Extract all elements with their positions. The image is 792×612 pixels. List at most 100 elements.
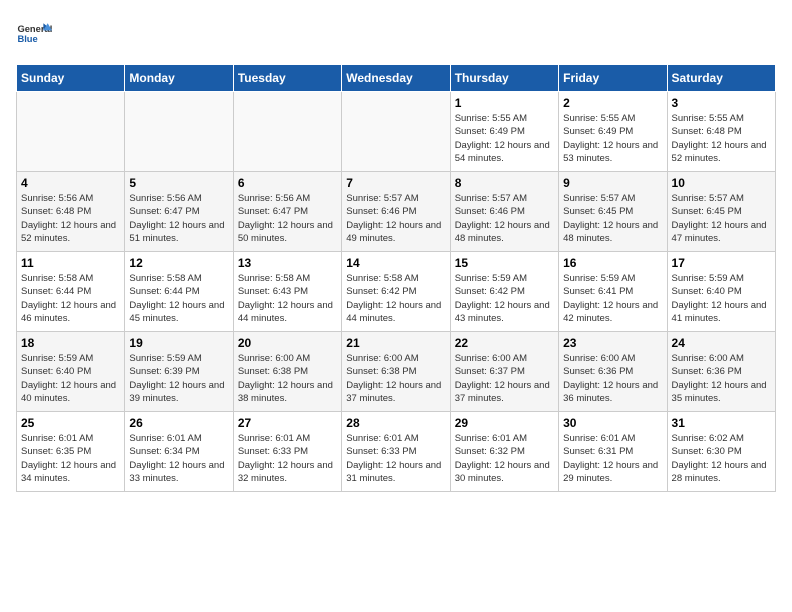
day-cell-28: 28Sunrise: 6:01 AMSunset: 6:33 PMDayligh… <box>342 412 450 492</box>
day-cell-22: 22 Sunrise: 6:00 AMSunset: 6:37 PMDayligh… <box>450 332 558 412</box>
day-number: 7 <box>346 176 445 190</box>
day-cell-9: 9 Sunrise: 5:57 AMSunset: 6:45 PMDaylight… <box>559 172 667 252</box>
day-detail: Sunrise: 5:55 AMSunset: 6:49 PMDaylight:… <box>563 112 662 165</box>
day-detail: Sunrise: 5:57 AMSunset: 6:45 PMDaylight:… <box>672 192 771 245</box>
day-header-monday: Monday <box>125 65 233 92</box>
empty-cell <box>233 92 341 172</box>
day-cell-3: 3Sunrise: 5:55 AMSunset: 6:48 PMDaylight… <box>667 92 775 172</box>
day-detail: Sunrise: 6:01 AMSunset: 6:33 PMDaylight:… <box>346 432 445 485</box>
day-cell-23: 23 Sunrise: 6:00 AMSunset: 6:36 PMDayligh… <box>559 332 667 412</box>
day-cell-17: 17Sunrise: 5:59 AMSunset: 6:40 PMDayligh… <box>667 252 775 332</box>
day-number: 20 <box>238 336 337 350</box>
header-row: SundayMondayTuesdayWednesdayThursdayFrid… <box>17 65 776 92</box>
day-detail: Sunrise: 5:59 AMSunset: 6:39 PMDaylight:… <box>129 352 228 405</box>
day-header-sunday: Sunday <box>17 65 125 92</box>
day-detail: Sunrise: 6:00 AMSunset: 6:38 PMDaylight:… <box>346 352 445 405</box>
week-row-2: 4 Sunrise: 5:56 AMSunset: 6:48 PMDaylight… <box>17 172 776 252</box>
day-cell-12: 12Sunrise: 5:58 AMSunset: 6:44 PMDayligh… <box>125 252 233 332</box>
day-number: 19 <box>129 336 228 350</box>
day-cell-19: 19 Sunrise: 5:59 AMSunset: 6:39 PMDayligh… <box>125 332 233 412</box>
day-detail: Sunrise: 5:59 AMSunset: 6:40 PMDaylight:… <box>21 352 120 405</box>
day-cell-30: 30Sunrise: 6:01 AMSunset: 6:31 PMDayligh… <box>559 412 667 492</box>
week-row-4: 18 Sunrise: 5:59 AMSunset: 6:40 PMDayligh… <box>17 332 776 412</box>
day-cell-15: 15Sunrise: 5:59 AMSunset: 6:42 PMDayligh… <box>450 252 558 332</box>
day-number: 16 <box>563 256 662 270</box>
day-cell-8: 8 Sunrise: 5:57 AMSunset: 6:46 PMDaylight… <box>450 172 558 252</box>
svg-text:Blue: Blue <box>17 34 37 44</box>
day-header-thursday: Thursday <box>450 65 558 92</box>
logo: General Blue <box>16 16 52 52</box>
day-detail: Sunrise: 6:01 AMSunset: 6:33 PMDaylight:… <box>238 432 337 485</box>
day-detail: Sunrise: 6:00 AMSunset: 6:36 PMDaylight:… <box>672 352 771 405</box>
day-number: 15 <box>455 256 554 270</box>
week-row-1: 1 Sunrise: 5:55 AMSunset: 6:49 PMDaylight… <box>17 92 776 172</box>
day-detail: Sunrise: 5:57 AMSunset: 6:45 PMDaylight:… <box>563 192 662 245</box>
day-cell-14: 14 Sunrise: 5:58 AMSunset: 6:42 PMDayligh… <box>342 252 450 332</box>
day-detail: Sunrise: 6:01 AMSunset: 6:32 PMDaylight:… <box>455 432 554 485</box>
day-cell-2: 2 Sunrise: 5:55 AMSunset: 6:49 PMDaylight… <box>559 92 667 172</box>
day-cell-20: 20 Sunrise: 6:00 AMSunset: 6:38 PMDayligh… <box>233 332 341 412</box>
day-detail: Sunrise: 5:56 AMSunset: 6:48 PMDaylight:… <box>21 192 120 245</box>
day-number: 17 <box>672 256 771 270</box>
day-detail: Sunrise: 5:58 AMSunset: 6:42 PMDaylight:… <box>346 272 445 325</box>
day-cell-16: 16 Sunrise: 5:59 AMSunset: 6:41 PMDayligh… <box>559 252 667 332</box>
day-number: 2 <box>563 96 662 110</box>
day-cell-4: 4 Sunrise: 5:56 AMSunset: 6:48 PMDaylight… <box>17 172 125 252</box>
day-number: 26 <box>129 416 228 430</box>
day-cell-11: 11Sunrise: 5:58 AMSunset: 6:44 PMDayligh… <box>17 252 125 332</box>
day-cell-27: 27 Sunrise: 6:01 AMSunset: 6:33 PMDayligh… <box>233 412 341 492</box>
day-header-friday: Friday <box>559 65 667 92</box>
day-number: 18 <box>21 336 120 350</box>
day-number: 14 <box>346 256 445 270</box>
empty-cell <box>17 92 125 172</box>
day-number: 23 <box>563 336 662 350</box>
day-detail: Sunrise: 6:02 AMSunset: 6:30 PMDaylight:… <box>672 432 771 485</box>
day-number: 30 <box>563 416 662 430</box>
day-detail: Sunrise: 6:00 AMSunset: 6:36 PMDaylight:… <box>563 352 662 405</box>
day-cell-10: 10Sunrise: 5:57 AMSunset: 6:45 PMDayligh… <box>667 172 775 252</box>
day-cell-24: 24 Sunrise: 6:00 AMSunset: 6:36 PMDayligh… <box>667 332 775 412</box>
day-number: 24 <box>672 336 771 350</box>
day-number: 12 <box>129 256 228 270</box>
day-number: 4 <box>21 176 120 190</box>
logo-icon: General Blue <box>16 16 52 52</box>
day-number: 8 <box>455 176 554 190</box>
day-header-tuesday: Tuesday <box>233 65 341 92</box>
day-detail: Sunrise: 6:01 AMSunset: 6:34 PMDaylight:… <box>129 432 228 485</box>
day-cell-5: 5 Sunrise: 5:56 AMSunset: 6:47 PMDaylight… <box>125 172 233 252</box>
day-detail: Sunrise: 5:57 AMSunset: 6:46 PMDaylight:… <box>455 192 554 245</box>
day-number: 22 <box>455 336 554 350</box>
day-detail: Sunrise: 5:56 AMSunset: 6:47 PMDaylight:… <box>238 192 337 245</box>
day-cell-13: 13Sunrise: 5:58 AMSunset: 6:43 PMDayligh… <box>233 252 341 332</box>
day-detail: Sunrise: 5:59 AMSunset: 6:41 PMDaylight:… <box>563 272 662 325</box>
week-row-3: 11Sunrise: 5:58 AMSunset: 6:44 PMDayligh… <box>17 252 776 332</box>
day-number: 6 <box>238 176 337 190</box>
day-detail: Sunrise: 5:57 AMSunset: 6:46 PMDaylight:… <box>346 192 445 245</box>
day-cell-26: 26 Sunrise: 6:01 AMSunset: 6:34 PMDayligh… <box>125 412 233 492</box>
day-cell-21: 21Sunrise: 6:00 AMSunset: 6:38 PMDayligh… <box>342 332 450 412</box>
day-number: 29 <box>455 416 554 430</box>
day-number: 11 <box>21 256 120 270</box>
day-header-saturday: Saturday <box>667 65 775 92</box>
day-detail: Sunrise: 5:55 AMSunset: 6:49 PMDaylight:… <box>455 112 554 165</box>
day-number: 5 <box>129 176 228 190</box>
day-cell-31: 31Sunrise: 6:02 AMSunset: 6:30 PMDayligh… <box>667 412 775 492</box>
day-detail: Sunrise: 6:00 AMSunset: 6:37 PMDaylight:… <box>455 352 554 405</box>
day-number: 27 <box>238 416 337 430</box>
day-number: 9 <box>563 176 662 190</box>
day-cell-7: 7 Sunrise: 5:57 AMSunset: 6:46 PMDaylight… <box>342 172 450 252</box>
day-header-wednesday: Wednesday <box>342 65 450 92</box>
day-number: 1 <box>455 96 554 110</box>
day-number: 25 <box>21 416 120 430</box>
day-cell-1: 1 Sunrise: 5:55 AMSunset: 6:49 PMDaylight… <box>450 92 558 172</box>
day-cell-6: 6 Sunrise: 5:56 AMSunset: 6:47 PMDaylight… <box>233 172 341 252</box>
day-number: 13 <box>238 256 337 270</box>
empty-cell <box>125 92 233 172</box>
day-cell-18: 18 Sunrise: 5:59 AMSunset: 6:40 PMDayligh… <box>17 332 125 412</box>
header: General Blue <box>16 16 776 52</box>
calendar-table: SundayMondayTuesdayWednesdayThursdayFrid… <box>16 64 776 492</box>
week-row-5: 25 Sunrise: 6:01 AMSunset: 6:35 PMDayligh… <box>17 412 776 492</box>
day-detail: Sunrise: 6:00 AMSunset: 6:38 PMDaylight:… <box>238 352 337 405</box>
day-detail: Sunrise: 5:56 AMSunset: 6:47 PMDaylight:… <box>129 192 228 245</box>
day-detail: Sunrise: 6:01 AMSunset: 6:35 PMDaylight:… <box>21 432 120 485</box>
